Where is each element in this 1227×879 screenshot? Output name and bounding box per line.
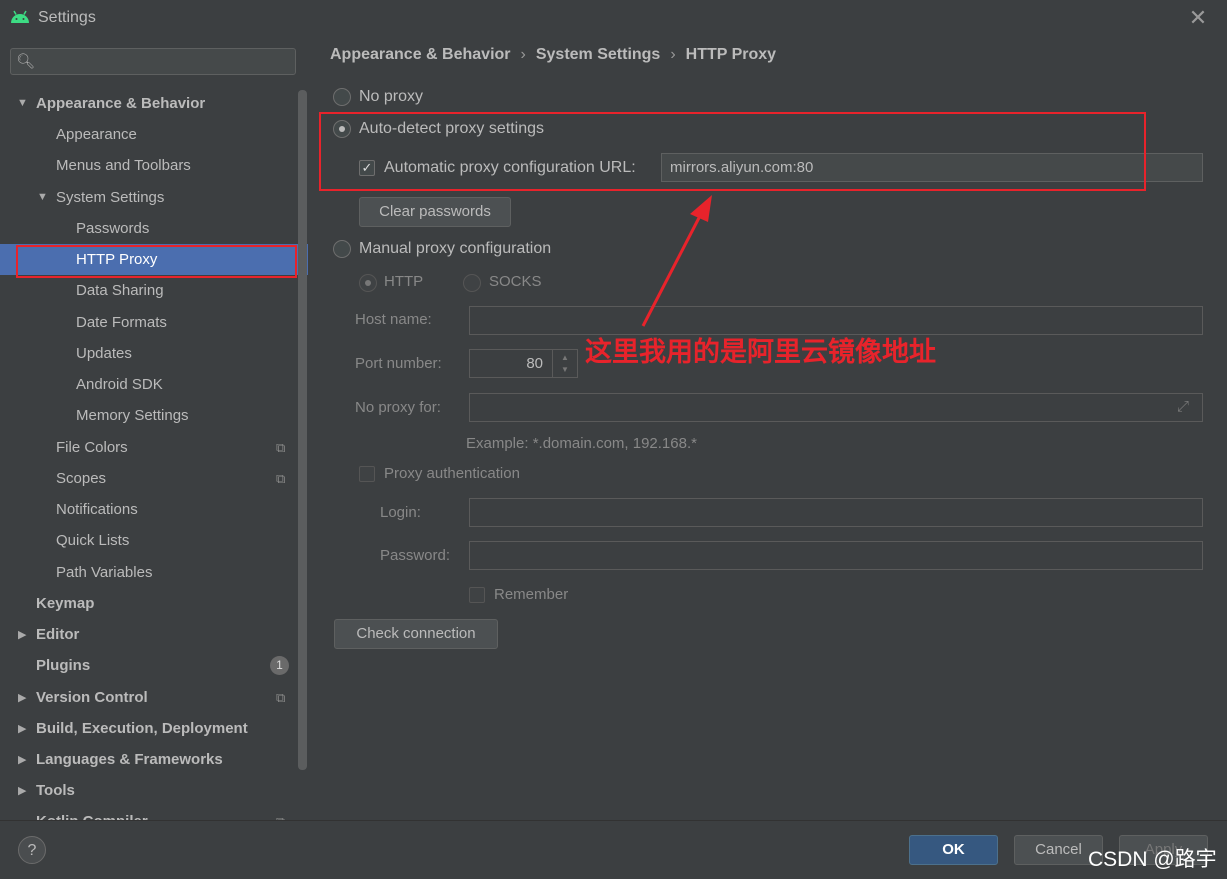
collapsed-arrow-icon[interactable]: ▶ <box>18 784 26 797</box>
sidebar-item-notifications[interactable]: Notifications <box>56 494 138 525</box>
sidebar-item-quick-lists[interactable]: Quick Lists <box>56 525 129 556</box>
project-level-icon: ⧉ <box>276 471 286 486</box>
socks-radio[interactable] <box>463 274 481 292</box>
password-input[interactable] <box>469 541 1203 570</box>
watermark: CSDN @路宇 <box>1088 848 1217 871</box>
password-label: Password: <box>380 547 451 564</box>
sidebar-item-passwords[interactable]: Passwords <box>76 213 149 244</box>
window-title: Settings <box>38 9 96 26</box>
expand-icon[interactable]: ⤢ <box>1177 398 1189 415</box>
help-button[interactable]: ? <box>18 836 46 864</box>
remember-label[interactable]: Remember <box>494 586 568 603</box>
sidebar-item-build-execution[interactable]: Build, Execution, Deployment <box>36 713 248 744</box>
collapsed-arrow-icon[interactable]: ▶ <box>18 691 26 704</box>
breadcrumb-separator: › <box>670 46 676 63</box>
sidebar-item-scopes[interactable]: Scopes <box>56 463 106 494</box>
android-icon <box>11 10 29 23</box>
expanded-arrow-icon[interactable]: ▼ <box>37 191 48 203</box>
breadcrumb-item[interactable]: System Settings <box>536 46 660 63</box>
no-proxy-label[interactable]: No proxy <box>359 88 423 106</box>
sidebar-item-system-settings[interactable]: System Settings <box>56 182 164 213</box>
example-hint: Example: *.domain.com, 192.168.* <box>466 435 697 452</box>
check-connection-button[interactable]: Check connection <box>334 619 498 649</box>
sidebar-item-kotlin-compiler[interactable]: Kotlin Compiler <box>36 806 148 820</box>
sidebar-item-android-sdk[interactable]: Android SDK <box>76 369 163 400</box>
port-spinner-icon[interactable]: ▲ ▼ <box>552 350 577 377</box>
project-level-icon: ⧉ <box>276 690 286 705</box>
proxy-auth-checkbox[interactable] <box>359 466 375 482</box>
manual-proxy-label[interactable]: Manual proxy configuration <box>359 240 551 258</box>
sidebar-item-appearance-behavior[interactable]: Appearance & Behavior <box>36 88 205 119</box>
http-label[interactable]: HTTP <box>384 273 423 290</box>
sidebar-item-editor[interactable]: Editor <box>36 619 79 650</box>
ok-button[interactable]: OK <box>909 835 998 865</box>
annotation-text: 这里我用的是阿里云镜像地址 <box>585 337 936 367</box>
sidebar-item-plugins[interactable]: Plugins <box>36 650 90 681</box>
collapsed-arrow-icon[interactable]: ▶ <box>18 628 26 641</box>
search-input[interactable] <box>10 48 296 75</box>
sidebar-item-data-sharing[interactable]: Data Sharing <box>76 275 164 306</box>
sidebar-item-updates[interactable]: Updates <box>76 338 132 369</box>
clear-passwords-button[interactable]: Clear passwords <box>359 197 511 227</box>
close-icon[interactable]: ✕ <box>1186 6 1210 30</box>
manual-proxy-radio[interactable] <box>333 240 351 258</box>
expanded-arrow-icon[interactable]: ▼ <box>17 97 28 109</box>
sidebar-item-menus-toolbars[interactable]: Menus and Toolbars <box>56 150 191 181</box>
sidebar-item-tools[interactable]: Tools <box>36 775 75 806</box>
sidebar-item-languages-frameworks[interactable]: Languages & Frameworks <box>36 744 223 775</box>
port-number-label: Port number: <box>355 355 442 372</box>
sidebar-item-date-formats[interactable]: Date Formats <box>76 307 167 338</box>
remember-checkbox[interactable] <box>469 587 485 603</box>
annotation-arrow-icon <box>641 195 712 327</box>
login-label: Login: <box>380 504 421 521</box>
breadcrumb-item[interactable]: Appearance & Behavior <box>330 46 511 63</box>
sidebar-item-memory-settings[interactable]: Memory Settings <box>76 400 189 431</box>
sidebar-item-version-control[interactable]: Version Control <box>36 682 148 713</box>
highlight-box <box>16 245 297 278</box>
breadcrumb: Appearance & Behavior › System Settings › HT… <box>330 46 776 64</box>
host-name-label: Host name: <box>355 311 432 328</box>
project-level-icon: ⧉ <box>276 440 286 455</box>
login-input[interactable] <box>469 498 1203 527</box>
no-proxy-radio[interactable] <box>333 88 351 106</box>
socks-label[interactable]: SOCKS <box>489 273 542 290</box>
no-proxy-for-input[interactable] <box>469 393 1203 422</box>
sidebar-clip: Kotlin Compiler ⧉ <box>0 806 298 820</box>
sidebar-item-keymap[interactable]: Keymap <box>36 588 94 619</box>
proxy-auth-label[interactable]: Proxy authentication <box>384 465 520 482</box>
breadcrumb-item: HTTP Proxy <box>685 46 777 63</box>
http-radio[interactable] <box>359 274 377 292</box>
collapsed-arrow-icon[interactable]: ▶ <box>18 753 26 766</box>
plugins-update-badge: 1 <box>270 656 289 675</box>
search-icon: 🔍︎ <box>16 53 36 70</box>
sidebar-item-path-variables[interactable]: Path Variables <box>56 557 152 588</box>
highlight-box <box>319 112 1146 191</box>
sidebar-item-file-colors[interactable]: File Colors <box>56 432 128 463</box>
sidebar-item-appearance[interactable]: Appearance <box>56 119 137 150</box>
breadcrumb-separator: › <box>520 46 526 63</box>
title-bar <box>0 0 1227 36</box>
collapsed-arrow-icon[interactable]: ▶ <box>18 722 26 735</box>
no-proxy-for-label: No proxy for: <box>355 399 441 416</box>
sidebar-scrollbar[interactable] <box>298 90 307 770</box>
